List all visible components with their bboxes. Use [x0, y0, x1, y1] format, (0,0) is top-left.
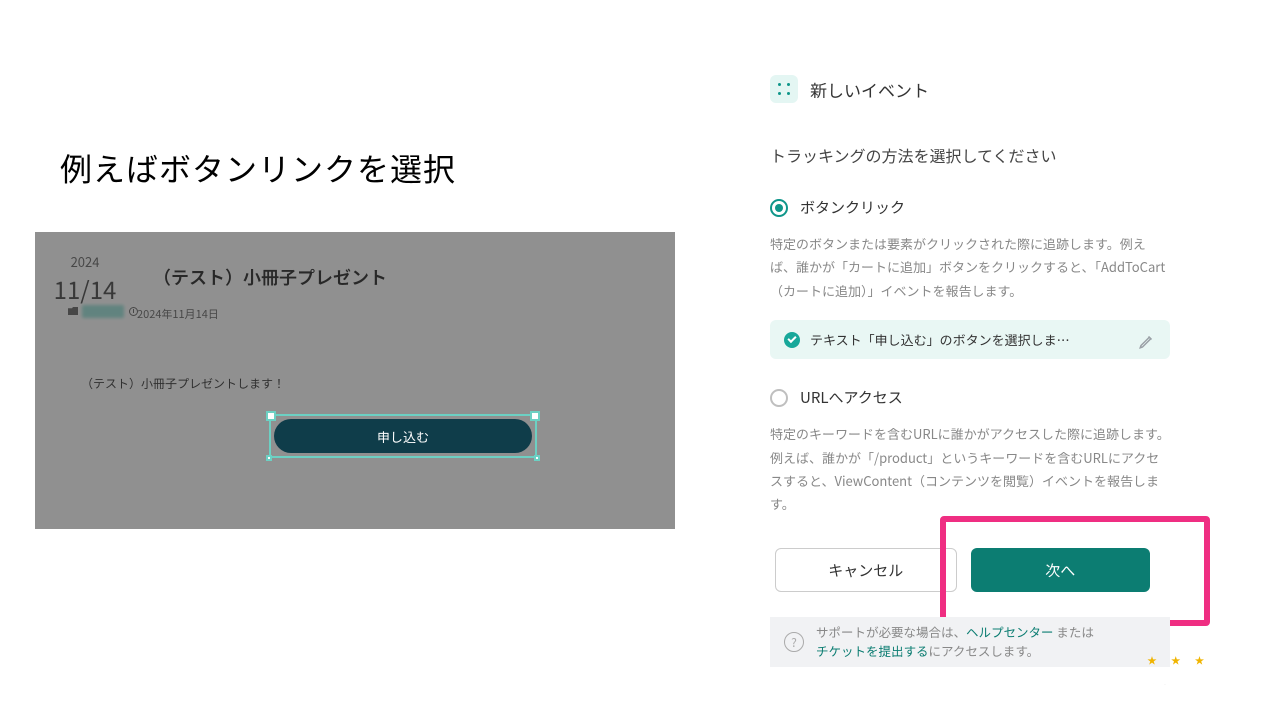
support-suffix: にアクセスします。 [929, 641, 1040, 660]
event-title: （テスト）小冊子プレゼント [153, 264, 387, 290]
radio-label-button-click: ボタンクリック [800, 197, 905, 218]
selected-button-chip[interactable]: テキスト「申し込む」のボタンを選択しま… [770, 320, 1170, 359]
selected-button-text: テキスト「申し込む」のボタンを選択しま… [810, 330, 1128, 349]
event-month-day: 11/14 [35, 271, 135, 306]
radio-url-access[interactable]: URLへアクセス [770, 387, 1170, 408]
radio-icon [770, 199, 788, 217]
support-prefix: サポートが必要な場合は、 [816, 622, 966, 641]
instruction-heading: 例えばボタンリンクを選択 [60, 145, 456, 191]
radio-label-url-access: URLへアクセス [800, 387, 903, 408]
event-config-panel: 新しいイベント トラッキングの方法を選択してください ボタンクリック 特定のボタ… [770, 75, 1170, 534]
help-center-link[interactable]: ヘルプセンター [966, 622, 1054, 641]
brand-logo: 集まる集客 [1121, 668, 1256, 708]
next-button[interactable]: 次へ [971, 548, 1151, 592]
drag-handle-icon[interactable] [770, 75, 798, 103]
tracking-section-title: トラッキングの方法を選択してください [770, 143, 1170, 167]
event-sub-date: 2024年11月14日 [137, 306, 219, 322]
support-mid: または [1054, 622, 1094, 641]
edit-icon[interactable] [1138, 331, 1156, 349]
event-year: 2024 [35, 252, 135, 271]
option-url-desc: 特定のキーワードを含むURLに誰かがアクセスした際に追跡します。例えば、誰かが「… [770, 422, 1170, 516]
page-preview-panel: 2024 11/14 （テスト）小冊子プレゼント 2024年11月14日 （テス… [35, 232, 675, 529]
category-tag [82, 305, 124, 318]
apply-button[interactable]: 申し込む [274, 419, 532, 453]
check-icon [784, 332, 800, 348]
folder-icon [68, 307, 78, 315]
event-date: 2024 11/14 [35, 252, 135, 306]
radio-icon [770, 389, 788, 407]
help-icon: ? [784, 632, 804, 652]
submit-ticket-link[interactable]: チケットを提出する [816, 641, 929, 660]
support-footer: ? サポートが必要な場合は、ヘルプセンター または チケットを提出するにアクセス… [770, 617, 1170, 667]
radio-button-click[interactable]: ボタンクリック [770, 197, 1170, 218]
event-body-text: （テスト）小冊子プレゼントします！ [81, 375, 285, 392]
option-button-desc: 特定のボタンまたは要素がクリックされた際に追跡します。例えば、誰かが「カートに追… [770, 232, 1170, 302]
cancel-button[interactable]: キャンセル [775, 548, 957, 592]
new-event-title: 新しいイベント [810, 77, 929, 102]
